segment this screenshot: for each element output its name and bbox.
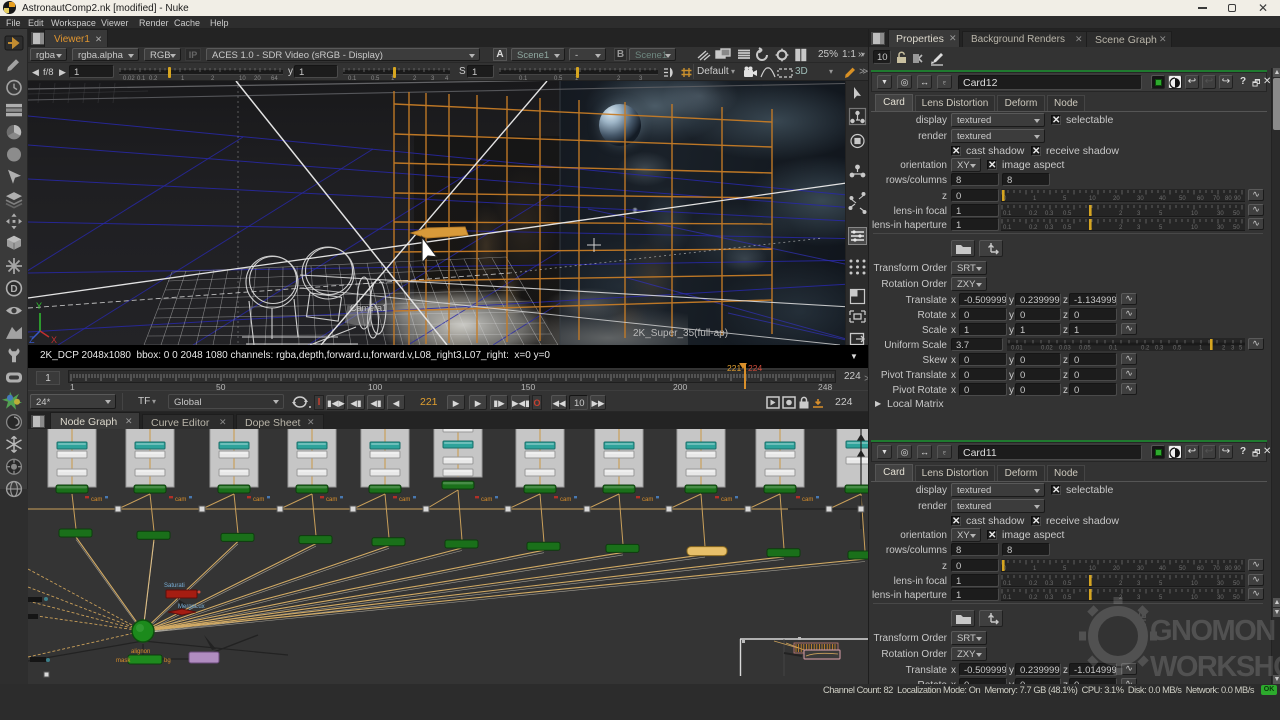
svg-text:5: 5 (1063, 566, 1067, 572)
svg-text:0.3: 0.3 (1045, 211, 1054, 217)
svg-text:3: 3 (1137, 211, 1141, 217)
svg-text:10: 10 (1089, 566, 1096, 572)
svg-text:GNOMON: GNOMON (1150, 615, 1275, 647)
svg-text:3: 3 (1137, 581, 1141, 587)
svg-text:10: 10 (1191, 225, 1198, 231)
svg-text:cam: cam (721, 497, 732, 503)
svg-text:mask: mask (116, 658, 131, 664)
svg-text:70: 70 (1213, 566, 1220, 572)
svg-text:0.2: 0.2 (1029, 581, 1038, 587)
svg-text:1: 1 (1199, 346, 1203, 351)
svg-text:bg: bg (164, 658, 171, 664)
svg-text:0.5: 0.5 (1173, 346, 1182, 351)
svg-text:0.3: 0.3 (1045, 595, 1054, 601)
svg-text:50: 50 (1233, 581, 1240, 587)
svg-text:0.02: 0.02 (1041, 346, 1053, 351)
svg-text:cam: cam (399, 497, 410, 503)
svg-text:40: 40 (1159, 196, 1166, 202)
svg-text:30: 30 (1137, 196, 1144, 202)
svg-text:3: 3 (1231, 346, 1235, 351)
svg-text:alignon: alignon (131, 649, 150, 655)
svg-text:0.5: 0.5 (1063, 225, 1072, 231)
svg-text:0.3: 0.3 (1045, 225, 1054, 231)
svg-text:30: 30 (1217, 581, 1224, 587)
svg-text:10: 10 (1191, 581, 1198, 587)
svg-text:2: 2 (1119, 211, 1123, 217)
svg-text:0.05: 0.05 (1079, 346, 1091, 351)
svg-text:0.1: 0.1 (1003, 595, 1012, 601)
svg-text:cam: cam (326, 497, 337, 503)
svg-text:5: 5 (1063, 196, 1067, 202)
svg-text:50: 50 (1233, 211, 1240, 217)
svg-text:0.2: 0.2 (1029, 211, 1038, 217)
svg-text:D: D (10, 284, 17, 295)
svg-text:10: 10 (1191, 211, 1198, 217)
svg-text:cam: cam (481, 497, 492, 503)
svg-text:0.1: 0.1 (1003, 211, 1012, 217)
svg-text:10: 10 (1089, 196, 1096, 202)
svg-text:2: 2 (1119, 225, 1123, 231)
svg-text:X: X (51, 335, 57, 345)
svg-text:0.2: 0.2 (1029, 595, 1038, 601)
svg-text:0.1: 0.1 (1109, 346, 1118, 351)
svg-text:0.03: 0.03 (1059, 346, 1071, 351)
svg-text:70: 70 (1213, 196, 1220, 202)
svg-text:90: 90 (1234, 566, 1241, 572)
svg-text:0.01: 0.01 (1011, 346, 1023, 351)
svg-text:50: 50 (1179, 566, 1186, 572)
svg-text:40: 40 (1159, 566, 1166, 572)
svg-text:0.5: 0.5 (1063, 595, 1072, 601)
svg-text:60: 60 (1197, 566, 1204, 572)
svg-text:50: 50 (1233, 225, 1240, 231)
svg-text:THE: THE (1138, 612, 1149, 632)
svg-text:cam: cam (802, 497, 813, 503)
svg-text:30: 30 (1217, 225, 1224, 231)
svg-text:5: 5 (1239, 346, 1243, 351)
svg-text:20: 20 (1113, 566, 1120, 572)
svg-text:0.2: 0.2 (1029, 225, 1038, 231)
svg-text:0.2: 0.2 (1141, 346, 1150, 351)
svg-text:2K_Super_35(full-ap): 2K_Super_35(full-ap) (633, 328, 728, 339)
svg-text:cam: cam (91, 497, 102, 503)
svg-text:5: 5 (1159, 225, 1163, 231)
svg-text:5: 5 (1159, 581, 1163, 587)
svg-text:3: 3 (1137, 225, 1141, 231)
svg-text:cam: cam (175, 497, 186, 503)
svg-text:50: 50 (1179, 196, 1186, 202)
svg-text:30: 30 (1137, 566, 1144, 572)
svg-text:0.1: 0.1 (1003, 581, 1012, 587)
svg-text:Y: Y (36, 301, 42, 311)
svg-text:cam: cam (560, 497, 571, 503)
svg-text:2: 2 (1222, 346, 1226, 351)
svg-text:Z: Z (29, 335, 35, 345)
svg-text:90: 90 (1234, 196, 1241, 202)
svg-text:0.1: 0.1 (1003, 225, 1012, 231)
svg-text:5: 5 (1159, 211, 1163, 217)
svg-text:0.3: 0.3 (1045, 581, 1054, 587)
svg-text:0.5: 0.5 (1063, 211, 1072, 217)
svg-text:80: 80 (1225, 196, 1232, 202)
svg-text:60: 60 (1197, 196, 1204, 202)
svg-text:1: 1 (1033, 566, 1037, 572)
svg-text:cam: cam (253, 497, 264, 503)
svg-text:0.3: 0.3 (1155, 346, 1164, 351)
svg-text:cam: cam (642, 497, 653, 503)
svg-text:20: 20 (1113, 196, 1120, 202)
svg-text:0.5: 0.5 (1063, 581, 1072, 587)
svg-text:WORKSHOP: WORKSHOP (1150, 651, 1280, 683)
svg-text:30: 30 (1217, 211, 1224, 217)
svg-text:MergeLux: MergeLux (178, 604, 205, 610)
svg-text:Saturati: Saturati (164, 583, 185, 589)
svg-text:80: 80 (1225, 566, 1232, 572)
svg-text:1: 1 (1033, 196, 1037, 202)
svg-text:2: 2 (1119, 581, 1123, 587)
